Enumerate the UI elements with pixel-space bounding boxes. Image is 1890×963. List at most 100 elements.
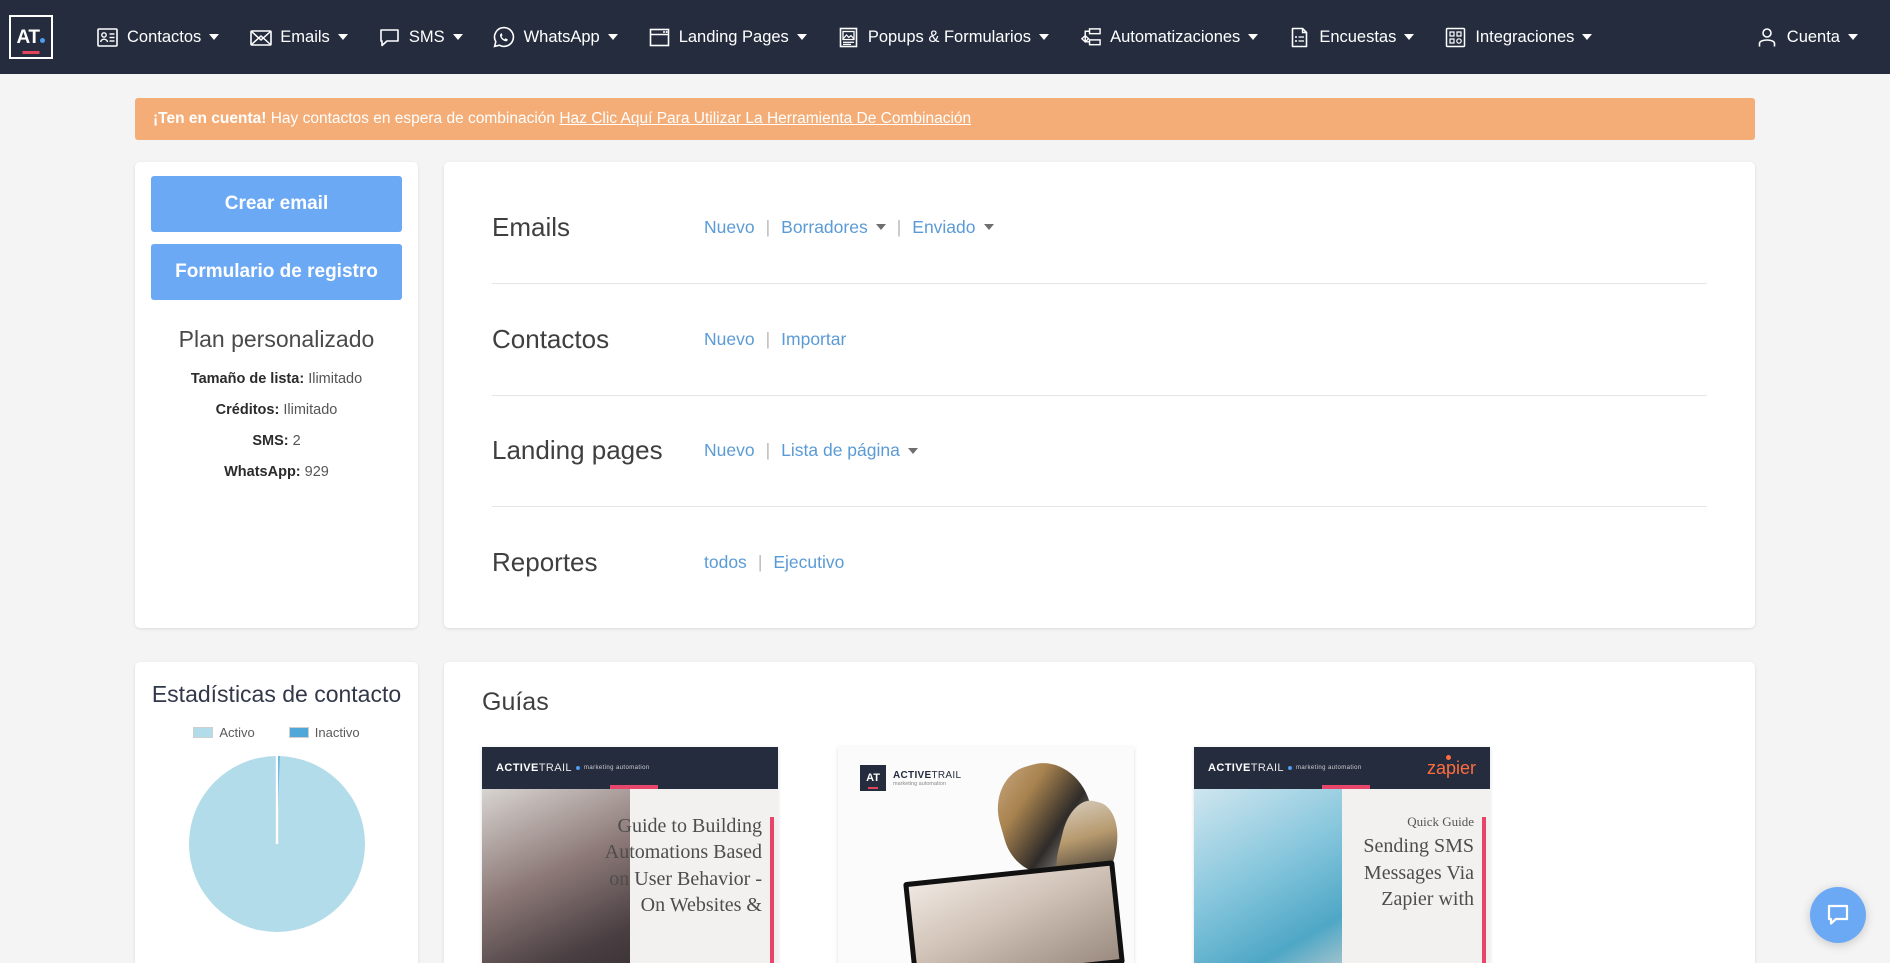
zapier-wordmark: zapier <box>1426 757 1476 778</box>
nav-item-integraciones[interactable]: Integraciones <box>1429 0 1607 74</box>
whatsapp-icon <box>493 26 516 49</box>
guide-card-ecommerce[interactable]: AT ACTIVETRAIL marketing automation <box>838 747 1134 963</box>
nav-item-label: Automatizaciones <box>1110 27 1241 46</box>
chevron-down-icon <box>452 34 463 40</box>
browser-window-icon <box>648 26 671 49</box>
legend-item-activo[interactable]: Activo <box>193 725 255 740</box>
brand-thin: TRAIL <box>538 762 572 774</box>
guide-title: Sending SMS Messages Via Zapier with <box>1363 835 1474 910</box>
activetrail-wordmark: ACTIVE TRAIL marketing automation <box>1208 762 1362 774</box>
nav-item-label: Encuestas <box>1319 27 1397 46</box>
pie-legend: Activo Inactivo <box>149 725 404 740</box>
legend-swatch-activo <box>193 726 214 738</box>
quick-row-links: todos | Ejecutivo <box>704 552 844 573</box>
quick-row-contactos: Contactos Nuevo | Importar <box>492 284 1707 396</box>
speech-bubble-icon <box>378 26 401 49</box>
legend-item-inactivo[interactable]: Inactivo <box>288 725 360 740</box>
emails-enviado-link[interactable]: Enviado <box>912 217 975 238</box>
contactos-importar-link[interactable]: Importar <box>781 329 846 350</box>
chevron-down-icon <box>607 34 618 40</box>
separator: | <box>896 216 902 237</box>
separator: | <box>765 216 771 237</box>
guide-body: Quick Guide Sending SMS Messages Via Zap… <box>1194 789 1490 963</box>
landing-nuevo-link[interactable]: Nuevo <box>704 440 755 461</box>
guide-header: ACTIVE TRAIL marketing automation <box>482 747 778 793</box>
nav-item-encuestas[interactable]: Encuestas <box>1273 0 1429 74</box>
signup-form-button[interactable]: Formulario de registro <box>151 243 402 300</box>
quick-row-landing-pages: Landing pages Nuevo | Lista de página <box>492 396 1707 508</box>
stats-title: Estadísticas de contacto <box>151 681 402 707</box>
nav-item-label: Emails <box>280 27 330 46</box>
emails-borradores-link[interactable]: Borradores <box>781 217 868 238</box>
guide-card-automations[interactable]: ACTIVE TRAIL marketing automation Guide t… <box>482 747 778 963</box>
plan-label: SMS: <box>252 432 289 449</box>
activetrail-logo[interactable]: AT <box>9 15 53 59</box>
logo-underline <box>22 51 40 54</box>
quick-links-card: Emails Nuevo | Borradores | Enviado Cont… <box>444 162 1755 628</box>
quick-row-reportes: Reportes todos | Ejecutivo <box>492 507 1707 618</box>
guide-card-zapier-sms[interactable]: ACTIVE TRAIL marketing automation zapier … <box>1194 747 1490 963</box>
plan-label: Tamaño de lista: <box>190 370 305 387</box>
separator: | <box>757 552 763 573</box>
brand-tagline: marketing automation <box>893 780 946 787</box>
page-content: Crear email Formulario de registro Plan … <box>0 140 1890 963</box>
envelope-icon <box>249 26 272 49</box>
guide-photo-monitor <box>903 860 1125 963</box>
guide-title: Guide to Building Automations Based on U… <box>604 815 762 917</box>
popup-image-icon <box>837 26 860 49</box>
contact-statistics-pie-chart <box>188 755 365 932</box>
legend-swatch-inactivo <box>288 726 309 738</box>
guide-accent-bar <box>1482 817 1486 963</box>
brand-bold: ACTIVE <box>496 762 539 774</box>
create-email-button[interactable]: Crear email <box>151 176 402 232</box>
chevron-down-icon[interactable] <box>875 224 886 231</box>
chevron-down-icon <box>1039 34 1050 40</box>
merge-tool-link[interactable]: Haz Clic Aquí Para Utilizar La Herramien… <box>559 110 971 127</box>
nav-item-label: Popups & Formularios <box>867 27 1032 46</box>
nav-item-landing-pages[interactable]: Landing Pages <box>633 0 822 74</box>
nav-item-label: Integraciones <box>1475 27 1575 46</box>
chat-widget-button[interactable] <box>1810 887 1866 943</box>
chevron-down-icon <box>1848 34 1858 40</box>
chevron-down-icon[interactable] <box>983 224 994 231</box>
quick-row-links: Nuevo | Lista de página <box>704 440 918 461</box>
zapier-logo: zapier <box>1426 754 1476 779</box>
plan-value: 929 <box>304 463 329 480</box>
chat-bubble-icon <box>1827 904 1849 925</box>
right-column: Emails Nuevo | Borradores | Enviado Cont… <box>444 162 1755 963</box>
account-label: Cuenta <box>1786 27 1840 46</box>
nav-item-popups-formularios[interactable]: Popups & Formularios <box>822 0 1064 74</box>
chevron-down-icon <box>1248 34 1259 40</box>
plan-value: Ilimitado <box>283 401 338 418</box>
reportes-ejecutivo-link[interactable]: Ejecutivo <box>773 552 844 573</box>
emails-nuevo-link[interactable]: Nuevo <box>704 217 755 238</box>
nav-item-sms[interactable]: SMS <box>363 0 478 74</box>
nav-item-automatizaciones[interactable]: Automatizaciones <box>1064 0 1273 74</box>
plan-title: Plan personalizado <box>178 325 375 352</box>
plan-label: Créditos: <box>215 401 280 418</box>
quick-row-links: Nuevo | Borradores | Enviado <box>704 217 994 238</box>
nav-item-emails[interactable]: Emails <box>234 0 363 74</box>
merge-contacts-alert: ¡Ten en cuenta! Hay contactos en espera … <box>135 98 1755 140</box>
brand-bold: ACTIVE <box>1208 762 1251 774</box>
contactos-nuevo-link[interactable]: Nuevo <box>704 329 755 350</box>
pie-chart-wrap <box>149 754 404 934</box>
content-columns: Crear email Formulario de registro Plan … <box>135 162 1755 963</box>
landing-lista-de-pagina-link[interactable]: Lista de página <box>781 440 900 461</box>
activetrail-wordmark: ACTIVE TRAIL marketing automation <box>496 762 650 774</box>
brand-wordmark: ACTIVETRAIL <box>893 770 961 781</box>
contact-statistics-card: Estadísticas de contacto Activo Inactivo <box>135 662 418 963</box>
chevron-down-icon[interactable] <box>907 447 918 454</box>
account-menu[interactable]: Cuenta <box>1750 26 1864 49</box>
nav-item-label: Landing Pages <box>678 27 789 46</box>
brand-thin: TRAIL <box>1250 762 1284 774</box>
plan-row-credits: Créditos: Ilimitado <box>151 402 402 418</box>
nav-item-whatsapp[interactable]: WhatsApp <box>478 0 633 74</box>
nav-item-contactos[interactable]: Contactos <box>81 0 234 74</box>
reportes-todos-link[interactable]: todos <box>704 552 747 573</box>
brand-thin: TRAIL <box>931 769 962 781</box>
left-column: Crear email Formulario de registro Plan … <box>135 162 418 963</box>
guide-accent-bar <box>770 817 774 963</box>
guides-row: ACTIVE TRAIL marketing automation Guide t… <box>482 747 1717 963</box>
brand-bold: ACTIVE <box>893 769 932 781</box>
